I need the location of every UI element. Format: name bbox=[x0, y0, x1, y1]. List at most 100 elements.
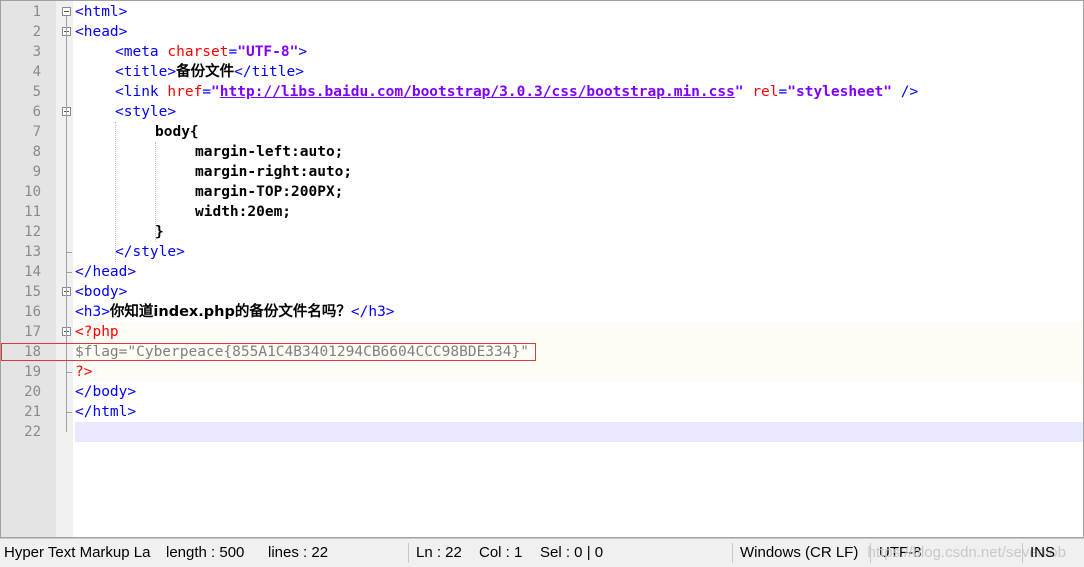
line-number-gutter: 1 2 3 4 5 6 7 8 9 10 11 12 13 14 15 16 17 18 19 20 21 22 bbox=[1, 1, 56, 537]
code-token: </body> bbox=[75, 384, 137, 400]
code-token: " bbox=[211, 84, 220, 100]
status-length: length : 500 bbox=[166, 544, 245, 561]
code-editor[interactable]: 1 2 3 4 5 6 7 8 9 10 11 12 13 14 15 16 17 18 19 20 21 22 <htm… bbox=[0, 0, 1084, 538]
fold-end-tick bbox=[66, 272, 72, 273]
code-token: </html> bbox=[75, 404, 137, 420]
code-token: <h3> bbox=[75, 304, 110, 320]
code-line[interactable]: </style> bbox=[75, 242, 1083, 262]
code-line[interactable]: <body> bbox=[75, 282, 1083, 302]
fold-minus-icon[interactable] bbox=[62, 7, 71, 16]
code-token: </style> bbox=[115, 244, 185, 260]
status-sel: Sel : 0 | 0 bbox=[540, 544, 604, 561]
code-line[interactable]: width:20em; bbox=[75, 202, 1083, 222]
code-line[interactable]: <title>备份文件</title> bbox=[75, 62, 1083, 82]
code-token: rel bbox=[752, 84, 779, 100]
line-number: 17 bbox=[24, 324, 41, 340]
status-separator bbox=[732, 543, 733, 563]
line-number: 5 bbox=[32, 84, 41, 100]
code-line[interactable] bbox=[75, 422, 1083, 442]
line-number: 4 bbox=[32, 64, 41, 80]
status-ln: Ln : 22 bbox=[416, 544, 462, 561]
code-line[interactable]: <h3>你知道index.php的备份文件名吗？</h3> bbox=[75, 302, 1083, 322]
status-lines: lines : 22 bbox=[268, 544, 329, 561]
line-number: 21 bbox=[24, 404, 41, 420]
code-token: margin-left:auto; bbox=[195, 144, 344, 160]
line-number: 16 bbox=[24, 304, 41, 320]
line-number: 15 bbox=[24, 284, 41, 300]
code-token: body{ bbox=[155, 124, 199, 140]
fold-margin bbox=[56, 1, 73, 537]
fold-line bbox=[66, 16, 67, 432]
code-line[interactable]: ?> bbox=[75, 362, 1083, 382]
line-number: 13 bbox=[24, 244, 41, 260]
code-line[interactable]: </head> bbox=[75, 262, 1083, 282]
code-line[interactable]: <meta charset="UTF-8"> bbox=[75, 42, 1083, 62]
code-line[interactable]: margin-TOP:200PX; bbox=[75, 182, 1083, 202]
line-number: 3 bbox=[32, 44, 41, 60]
line-number: 20 bbox=[24, 384, 41, 400]
line-number: 19 bbox=[24, 364, 41, 380]
code-line[interactable]: <style> bbox=[75, 102, 1083, 122]
indent-guide bbox=[115, 122, 116, 262]
code-token: http://libs.baidu.com/bootstrap/3.0.3/cs… bbox=[219, 84, 735, 100]
code-token: " bbox=[734, 84, 744, 100]
code-line[interactable]: <head> bbox=[75, 22, 1083, 42]
code-line[interactable]: $flag="Cyberpeace{855A1C4B3401294CB6604C… bbox=[75, 342, 1083, 362]
code-line[interactable]: <html> bbox=[75, 2, 1083, 22]
code-token: charset bbox=[167, 44, 229, 60]
code-line[interactable]: body{ bbox=[75, 122, 1083, 142]
code-line[interactable]: </html> bbox=[75, 402, 1083, 422]
line-number: 11 bbox=[24, 204, 41, 220]
code-line[interactable]: margin-left:auto; bbox=[75, 142, 1083, 162]
code-token: ?> bbox=[75, 364, 93, 380]
line-number: 18 bbox=[24, 344, 41, 360]
code-area[interactable]: <html> <head> <meta charset="UTF-8"> <title… bbox=[75, 1, 1083, 537]
code-token: = bbox=[202, 84, 212, 100]
line-number: 12 bbox=[24, 224, 41, 240]
line-number: 7 bbox=[32, 124, 41, 140]
code-token: "stylesheet" bbox=[787, 84, 893, 100]
line-number: 9 bbox=[32, 164, 41, 180]
line-number: 8 bbox=[32, 144, 41, 160]
code-token: = bbox=[778, 84, 788, 100]
status-col: Col : 1 bbox=[479, 544, 523, 561]
code-token: <meta bbox=[115, 44, 168, 60]
code-token: </head> bbox=[75, 264, 137, 280]
code-token: /> bbox=[892, 84, 919, 100]
fold-end-tick bbox=[66, 372, 72, 373]
code-line[interactable]: <link href="http://libs.baidu.com/bootst… bbox=[75, 82, 1083, 102]
code-line[interactable]: } bbox=[75, 222, 1083, 242]
code-line[interactable]: <?php bbox=[75, 322, 1083, 342]
code-token: "UTF-8" bbox=[237, 44, 299, 60]
code-token: <html> bbox=[75, 4, 128, 20]
code-token: "Cyberpeace{855A1C4B3401294CB6604CCC98BD… bbox=[127, 344, 529, 360]
code-line[interactable]: margin-right:auto; bbox=[75, 162, 1083, 182]
code-token: <?php bbox=[75, 324, 119, 340]
status-language: Hyper Text Markup La bbox=[4, 544, 151, 561]
code-token: $flag bbox=[75, 344, 119, 360]
code-token: <link bbox=[115, 84, 168, 100]
code-token: href bbox=[167, 84, 203, 100]
line-number: 2 bbox=[32, 24, 41, 40]
code-token: </h3> bbox=[350, 304, 395, 320]
code-token: > bbox=[298, 44, 308, 60]
code-token: 你知道index.php的备份文件名吗？ bbox=[109, 304, 351, 320]
code-token: margin-TOP:200PX; bbox=[195, 184, 344, 200]
code-token: <head> bbox=[75, 24, 128, 40]
code-token: = bbox=[228, 44, 238, 60]
code-token: <style> bbox=[115, 104, 177, 120]
line-number: 10 bbox=[24, 184, 41, 200]
line-number: 1 bbox=[32, 4, 41, 20]
status-mode[interactable]: INS bbox=[1030, 539, 1070, 567]
indent-guide bbox=[155, 142, 156, 242]
status-eol[interactable]: Windows (CR LF) bbox=[740, 539, 868, 567]
status-separator bbox=[408, 543, 409, 563]
line-number: 22 bbox=[24, 424, 41, 440]
code-token: width:20em; bbox=[195, 204, 292, 220]
code-token: <title> bbox=[115, 64, 177, 80]
fold-end-tick bbox=[66, 252, 72, 253]
code-token: } bbox=[155, 224, 164, 240]
code-token: </title> bbox=[234, 64, 304, 80]
code-line[interactable]: </body> bbox=[75, 382, 1083, 402]
